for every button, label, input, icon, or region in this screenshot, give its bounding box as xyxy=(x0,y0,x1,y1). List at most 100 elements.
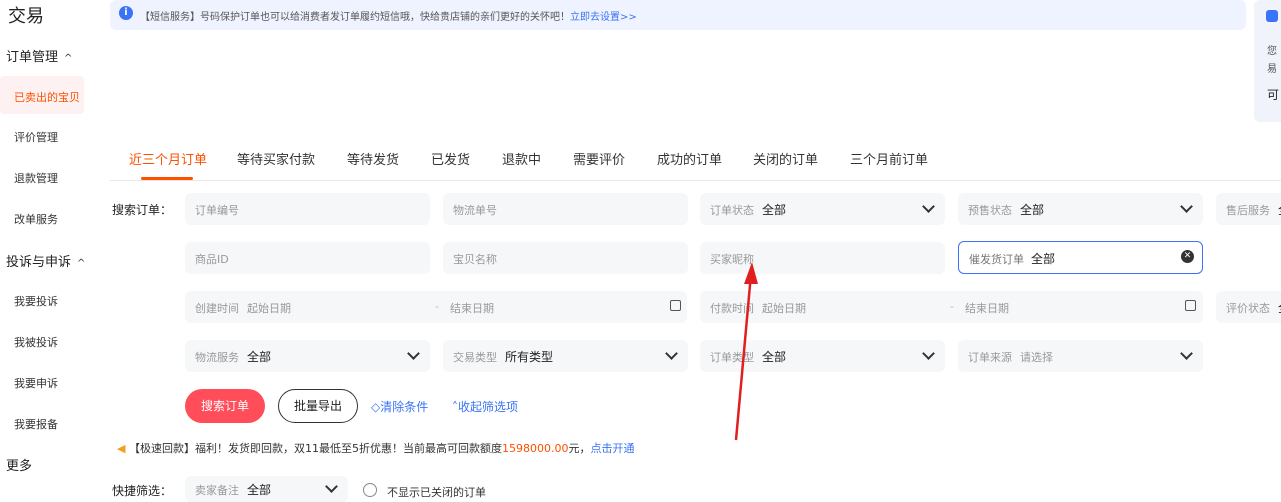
range-dash: - xyxy=(435,300,439,313)
product-id-placeholder: 商品ID xyxy=(195,253,229,266)
sidebar-item-file-appeal[interactable]: 我要申诉 xyxy=(14,375,58,391)
clear-filters-label: 清除条件 xyxy=(380,400,429,414)
notice-setup-link[interactable]: 立即去设置>> xyxy=(570,12,637,23)
review-status-select[interactable]: 评价状态 全 xyxy=(1216,291,1281,323)
urge-shipment-label: 催发货订单 xyxy=(969,253,1024,266)
tab-older-orders[interactable]: 三个月前订单 xyxy=(850,149,928,168)
calendar-icon[interactable] xyxy=(670,300,681,311)
notice-text: 【短信服务】号码保护订单也可以给消费者发订单履约短信哦，快给贵店铺的亲们更好的关… xyxy=(140,8,637,23)
calendar-icon[interactable] xyxy=(1185,300,1196,311)
notice-message: 【短信服务】号码保护订单也可以给消费者发订单履约短信哦，快给贵店铺的亲们更好的关… xyxy=(140,12,570,23)
annotation-arrow xyxy=(734,262,758,441)
order-tabs: 近三个月订单 等待买家付款 等待发货 已发货 退款中 需要评价 成功的订单 关闭… xyxy=(110,140,1281,181)
sidebar-group-more[interactable]: 更多 xyxy=(6,455,32,474)
promo-amount: 1598000.00 xyxy=(502,442,569,455)
order-status-label: 订单状态 xyxy=(710,204,754,217)
review-status-label: 评价状态 xyxy=(1226,302,1270,315)
trade-type-label: 交易类型 xyxy=(453,351,497,364)
clear-filters-link[interactable]: ◇清除条件 xyxy=(371,398,428,415)
collapse-filters-link[interactable]: ˄收起筛选项 xyxy=(452,398,518,415)
chevron-down-icon xyxy=(922,200,935,213)
product-id-input[interactable]: 商品ID xyxy=(185,242,430,274)
chevron-down-icon xyxy=(922,347,935,360)
aftersale-service-label: 售后服务 xyxy=(1226,204,1270,217)
order-source-value: 请选择 xyxy=(1020,351,1053,364)
chevron-up-icon: ^ xyxy=(77,258,86,269)
batch-export-button[interactable]: 批量导出 xyxy=(278,389,358,423)
right-info-card: 您 易 可 xyxy=(1254,0,1281,122)
sidebar-group-complaints[interactable]: 投诉与申诉 ^ xyxy=(6,251,85,270)
arrow-head xyxy=(744,262,758,284)
hide-closed-orders-label: 不显示已关闭的订单 xyxy=(387,486,486,499)
create-time-end[interactable]: 结束日期 xyxy=(450,300,494,316)
order-number-input[interactable]: 订单编号 xyxy=(185,193,430,225)
tab-shipped[interactable]: 已发货 xyxy=(431,149,470,168)
sidebar-item-file-complaint[interactable]: 我要投诉 xyxy=(14,293,58,309)
tab-successful-orders[interactable]: 成功的订单 xyxy=(657,149,722,168)
seller-note-label: 卖家备注 xyxy=(195,484,239,497)
presale-status-label: 预售状态 xyxy=(968,204,1012,217)
speaker-icon: ◀ xyxy=(117,442,126,455)
tab-awaiting-payment[interactable]: 等待买家付款 xyxy=(237,149,315,168)
search-orders-label: 搜索订单： xyxy=(112,203,173,217)
sidebar-item-sold-items[interactable]: 已卖出的宝贝 xyxy=(14,89,80,105)
order-number-placeholder: 订单编号 xyxy=(195,204,239,217)
sidebar-item-file-report[interactable]: 我要报备 xyxy=(14,416,58,432)
payment-time-end[interactable]: 结束日期 xyxy=(965,300,1009,316)
seller-note-select[interactable]: 卖家备注 全部 xyxy=(185,476,348,502)
order-status-select[interactable]: 订单状态 全部 xyxy=(700,193,945,225)
order-status-value: 全部 xyxy=(762,203,787,217)
logistics-service-select[interactable]: 物流服务 全部 xyxy=(185,340,430,372)
item-name-input[interactable]: 宝贝名称 xyxy=(443,242,688,274)
tab-awaiting-shipment[interactable]: 等待发货 xyxy=(347,149,399,168)
chevron-down-icon xyxy=(325,480,338,493)
logistics-service-label: 物流服务 xyxy=(195,351,239,364)
aftersale-service-select[interactable]: 售后服务 全 xyxy=(1216,193,1281,225)
chevron-down-icon xyxy=(1180,347,1193,360)
chevron-down-icon xyxy=(665,347,678,360)
chevron-down-icon xyxy=(407,347,420,360)
arrow-shaft xyxy=(734,273,753,441)
sidebar-item-refund-management[interactable]: 退款管理 xyxy=(14,170,58,186)
sidebar-group-label: 订单管理 xyxy=(6,50,59,65)
info-icon: i xyxy=(119,6,133,20)
sidebar-item-order-modify-service[interactable]: 改单服务 xyxy=(14,211,58,227)
promo-activate-link[interactable]: 点击开通 xyxy=(590,442,634,455)
sidebar: 交易 订单管理 ^ 已卖出的宝贝 评价管理 退款管理 改单服务 投诉与申诉 ^ 我要… xyxy=(0,0,92,500)
right-card-text-1: 您 xyxy=(1267,46,1277,57)
create-time-range[interactable]: 创建时间 起始日期 - 结束日期 xyxy=(185,291,687,323)
trade-type-select[interactable]: 交易类型 所有类型 xyxy=(443,340,688,372)
fast-payout-promo: ◀ 【极速回款】福利！发货即回款，双11最低至5折优惠！当前最高可回款额度1598… xyxy=(117,440,634,456)
app-icon xyxy=(1266,10,1278,22)
range-dash: - xyxy=(950,300,954,313)
logistics-service-value: 全部 xyxy=(247,350,272,364)
logistics-number-input[interactable]: 物流单号 xyxy=(443,193,688,225)
chevron-up-icon: ^ xyxy=(64,53,73,64)
promo-text: 【极速回款】福利！发货即回款，双11最低至5折优惠！当前最高可回款额度 xyxy=(129,442,502,455)
promo-suffix: 元， xyxy=(568,442,591,455)
sidebar-group-order-management[interactable]: 订单管理 ^ xyxy=(6,46,72,65)
sidebar-item-complaints-received[interactable]: 我被投诉 xyxy=(14,334,58,350)
tab-closed-orders[interactable]: 关闭的订单 xyxy=(753,149,818,168)
right-card-text-3: 可 xyxy=(1267,88,1280,102)
urge-shipment-select[interactable]: 催发货订单 全部 ✕ xyxy=(958,241,1203,274)
trade-type-value: 所有类型 xyxy=(505,350,554,364)
logistics-number-placeholder: 物流单号 xyxy=(453,204,497,217)
urge-shipment-value: 全部 xyxy=(1031,252,1056,266)
presale-status-select[interactable]: 预售状态 全部 xyxy=(958,193,1203,225)
create-time-start[interactable]: 起始日期 xyxy=(247,300,291,316)
presale-status-value: 全部 xyxy=(1020,203,1045,217)
quick-filter-label: 快捷筛选： xyxy=(112,484,173,498)
active-tab-indicator xyxy=(141,177,193,180)
clear-icon[interactable]: ✕ xyxy=(1181,250,1194,263)
tab-needs-review[interactable]: 需要评价 xyxy=(573,149,625,168)
search-orders-button[interactable]: 搜索订单 xyxy=(185,389,265,423)
hide-closed-orders-checkbox[interactable] xyxy=(363,483,377,497)
tab-last-three-months[interactable]: 近三个月订单 xyxy=(129,149,207,168)
right-card-text-2: 易 xyxy=(1267,64,1277,75)
create-time-label: 创建时间 xyxy=(195,302,239,315)
tab-refunding[interactable]: 退款中 xyxy=(502,149,541,168)
sidebar-item-review-management[interactable]: 评价管理 xyxy=(14,129,58,145)
order-source-select[interactable]: 订单来源 请选择 xyxy=(958,340,1203,372)
eraser-icon: ◇ xyxy=(371,400,381,414)
